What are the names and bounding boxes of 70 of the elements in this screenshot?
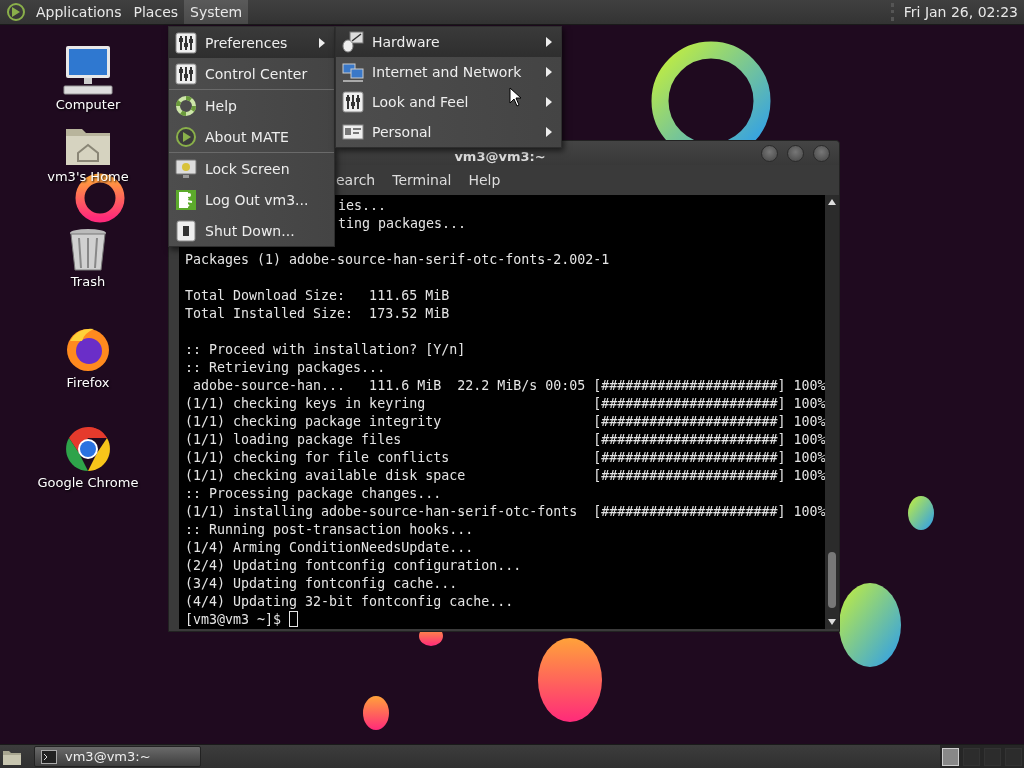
clock[interactable]: Fri Jan 26, 02:23 [890, 3, 1024, 21]
id-card-icon [342, 121, 364, 143]
menu-item[interactable]: Preferences [169, 27, 334, 58]
menubar-item[interactable]: Terminal [392, 172, 452, 188]
logo-icon [6, 2, 26, 22]
sliders-icon [175, 62, 197, 85]
terminal-line: ies... [337, 198, 386, 213]
desktop-icon-label[interactable]: Google Chrome [37, 475, 139, 490]
menu-item[interactable]: About MATE [169, 121, 334, 152]
menubar-item[interactable]: earch [336, 172, 376, 188]
menubar-item[interactable]: Help [468, 172, 501, 188]
switch-icon [175, 219, 197, 242]
terminal-line: (2/4) Updating fontconfig configuration... [185, 558, 522, 573]
monitor-icon [175, 157, 197, 180]
menu-item[interactable]: Internet and Network [336, 57, 561, 87]
terminal-line: (4/4) Updating 32-bit fontconfig cache... [185, 594, 514, 609]
menu-item[interactable]: Personal [336, 117, 561, 147]
terminal-line: :: Retrieving packages... [185, 360, 386, 375]
scroll-down-icon [827, 618, 837, 626]
window-title: vm3@vm3:~ [454, 149, 546, 164]
terminal-line: adobe-source-han... 111.6 MiB 22.2 MiB/s 00:05 [######################] 100% [192, 378, 825, 393]
browser-icon [64, 425, 112, 473]
text-cursor [289, 611, 299, 627]
terminal-line: (1/1) checking keys in keyring [######################] 100% [185, 396, 825, 411]
pointer-icon [509, 87, 523, 107]
mouse-tablet-icon [342, 31, 364, 53]
terminal-line: :: Running post-transaction hooks... [185, 522, 474, 537]
terminal-line: ting packages... [337, 216, 466, 231]
scrollbar[interactable] [825, 195, 839, 629]
maximize-button[interactable] [787, 144, 804, 162]
shell-prompt: [vm3@vm3 ~]$ [185, 612, 282, 627]
terminal-line: (1/1) checking package integrity [######################] 100% [185, 414, 825, 429]
minimize-button[interactable] [761, 144, 778, 162]
panel-menu[interactable]: Applications [30, 0, 128, 24]
task-button[interactable]: vm3@vm3:~ [34, 746, 201, 767]
desktop-icon-label[interactable]: Firefox [66, 375, 110, 390]
workspace-switcher[interactable] [940, 744, 1024, 768]
menu-item[interactable]: Control Center [169, 58, 334, 89]
close-button[interactable] [813, 144, 830, 162]
lifebuoy-icon [175, 94, 197, 117]
menu-item[interactable]: Log Out vm3... [169, 184, 334, 215]
scroll-up-icon [827, 198, 837, 206]
menu-item[interactable]: Lock Screen [169, 153, 334, 184]
terminal-line: (3/4) Updating fontconfig cache... [185, 576, 458, 591]
terminal-line: Packages (1) adobe-source-han-serif-otc-fonts-2.002-1 [185, 252, 610, 267]
desktop-icon-label[interactable]: Computer [55, 97, 121, 112]
trash-icon [68, 228, 108, 272]
terminal-line: :: Proceed with installation? [Y/n] [185, 342, 466, 357]
play-circle-icon [175, 125, 197, 148]
menu-item[interactable]: Hardware [336, 27, 561, 57]
terminal-line: (1/4) Arming ConditionNeedsUpdate... [185, 540, 474, 555]
panel-menu[interactable]: Places [127, 0, 185, 24]
exit-sign-icon [175, 188, 197, 211]
panel-menu[interactable]: System [184, 0, 249, 24]
terminal-icon [41, 749, 57, 764]
menu-item[interactable]: Help [169, 90, 334, 121]
computer-icon [62, 45, 114, 95]
scroll-thumb[interactable] [828, 552, 836, 608]
terminal-line: Total Download Size: 111.65 MiB [185, 288, 450, 303]
terminal-line: (1/1) checking available disk space [######################] 100% [185, 468, 825, 483]
terminal-line: (1/1) installing adobe-source-han-serif-otc-fonts [######################] 100% [185, 504, 825, 519]
terminal-line: Total Installed Size: 173.52 MiB [185, 306, 450, 321]
sliders-icon [342, 91, 364, 113]
terminal-line: (1/1) loading package files [######################] 100% [185, 432, 825, 447]
desktop-icon-label[interactable]: Trash [70, 274, 106, 289]
terminal-line: (1/1) checking for file conflicts [######################] 100% [185, 450, 825, 465]
menu-item[interactable]: Shut Down... [169, 215, 334, 246]
sliders-icon [175, 31, 197, 54]
terminal-line: :: Processing package changes... [185, 486, 442, 501]
monitors-icon [342, 61, 364, 83]
